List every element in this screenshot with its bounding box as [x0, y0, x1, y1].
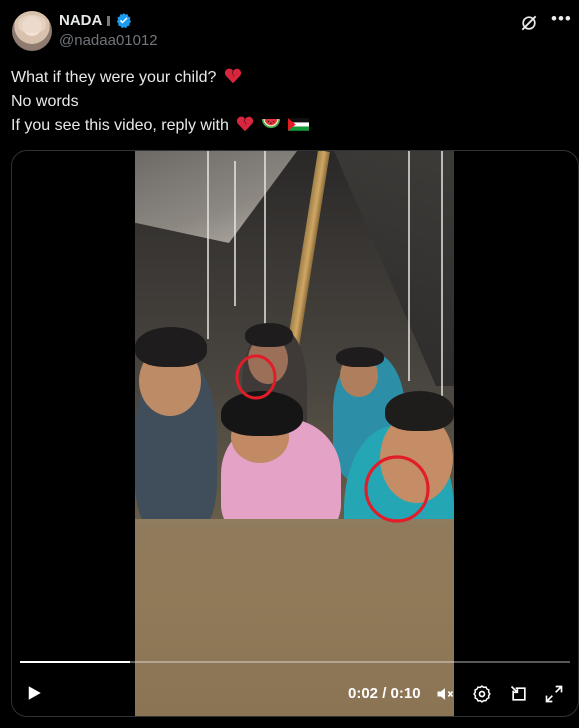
- verified-badge-icon: [117, 13, 132, 29]
- post-line-2: No words: [11, 93, 79, 110]
- settings-icon[interactable]: [472, 684, 492, 704]
- red-circle-annotation: [235, 354, 277, 400]
- video-player[interactable]: 0:02 / 0:10: [11, 150, 579, 717]
- water-stream: [234, 161, 236, 306]
- broken-heart-icon: [237, 116, 254, 132]
- video-progress-bar[interactable]: [20, 661, 570, 663]
- video-time: 0:02 / 0:10: [348, 685, 421, 702]
- post-line-1: What if they were your child?: [11, 66, 567, 90]
- broken-heart-icon: [224, 68, 241, 84]
- post-line-3-text: If you see this video, reply with: [11, 117, 229, 134]
- author-row[interactable]: NADA: [59, 12, 132, 29]
- post-line-1-text: What if they were your child?: [11, 69, 217, 86]
- author-name-emoji: [107, 15, 111, 26]
- author-name[interactable]: NADA: [59, 12, 102, 29]
- video-progress-fill: [20, 661, 130, 663]
- tarp: [135, 151, 297, 243]
- water-stream: [207, 151, 209, 339]
- palestine-flag-icon: [288, 118, 310, 131]
- play-icon[interactable]: [25, 684, 43, 702]
- grok-icon[interactable]: [519, 13, 539, 33]
- author-handle[interactable]: @nadaa01012: [59, 32, 158, 49]
- mute-icon[interactable]: [435, 684, 455, 704]
- video-controls: 0:02 / 0:10: [12, 680, 578, 708]
- post-header: NADA @nadaa01012 •••: [12, 10, 571, 54]
- water-stream: [408, 151, 410, 381]
- child-hair: [245, 323, 293, 347]
- post-line-3: If you see this video, reply with: [11, 114, 567, 138]
- video-frame[interactable]: [135, 151, 454, 716]
- child-hair: [336, 347, 384, 367]
- avatar[interactable]: [12, 11, 52, 51]
- post-text: What if they were your child? No words I…: [11, 66, 567, 138]
- picture-in-picture-icon[interactable]: [509, 684, 529, 704]
- watermelon-icon: [261, 119, 280, 129]
- red-circle-annotation: [364, 455, 430, 523]
- fullscreen-icon[interactable]: [544, 684, 564, 704]
- water-stream: [441, 151, 443, 396]
- more-icon[interactable]: •••: [551, 10, 571, 32]
- child-hair: [385, 391, 454, 431]
- child-hair: [135, 327, 207, 367]
